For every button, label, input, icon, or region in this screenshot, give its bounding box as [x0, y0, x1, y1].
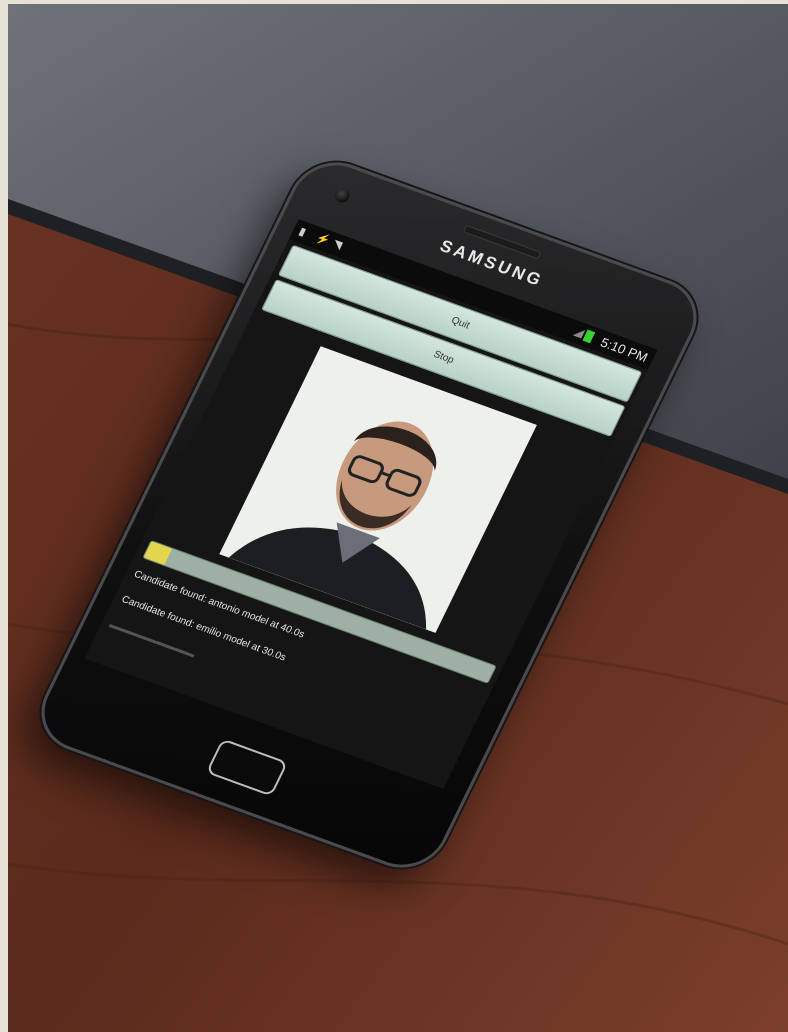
- wifi-icon: ◥: [330, 237, 344, 252]
- sd-card-icon: ▮: [296, 225, 308, 239]
- usb-icon: ⚡: [313, 231, 332, 248]
- photo-scene: SAMSUNG ▮ ⚡ ◥ ◢ 5:10 PM Quit Stop Candid…: [8, 4, 788, 1032]
- home-button[interactable]: [205, 738, 289, 797]
- progress-fill: [143, 541, 173, 565]
